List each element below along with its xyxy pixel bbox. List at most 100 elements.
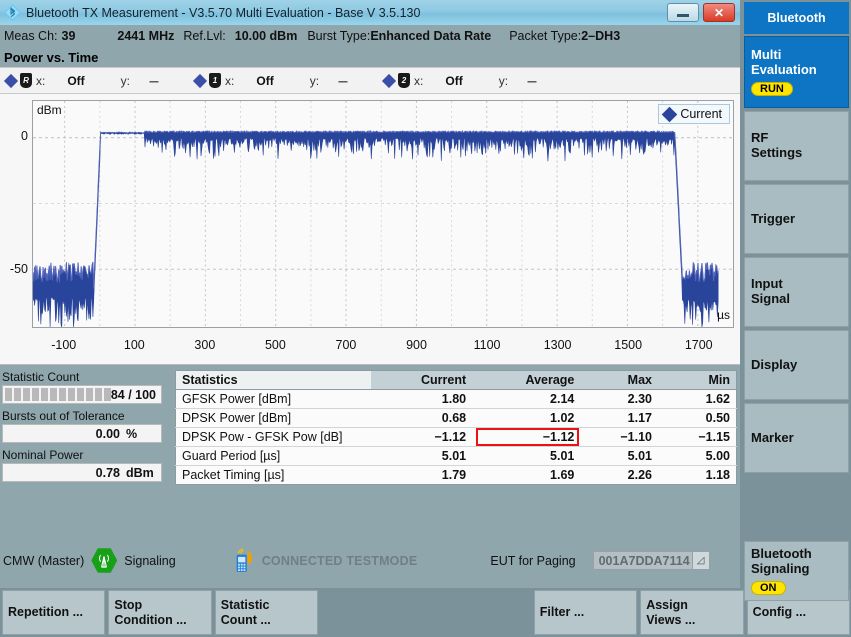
x-tick-700: 700 (335, 338, 357, 352)
eut-address-field[interactable]: 001A7DDA7114 (592, 551, 693, 570)
table-row[interactable]: GFSK Power [dBm] 1.80 2.14 2.30 1.62 (175, 389, 737, 409)
power-vs-time-chart[interactable]: dBm 0 -50 -100 100 300 500 700 900 1100 1300 1500… (0, 94, 740, 365)
toolbar-button-label: Stop Condition ... (114, 598, 186, 627)
marker-ref-y-value: --- (149, 73, 159, 88)
sidebar-item-trigger[interactable]: Trigger (744, 184, 849, 254)
sidebar-item-label: Marker (751, 429, 794, 445)
packet-type-label: Packet Type: (509, 29, 582, 43)
cell-average[interactable]: 1.69 (472, 466, 580, 485)
minimize-button[interactable] (667, 3, 699, 22)
marker-2-x-value: Off (445, 73, 463, 88)
marker-1-x-label: x: (225, 73, 235, 88)
bottom-toolbar: Repetition ... Stop Condition ... Statistic… (0, 588, 851, 637)
cell-min[interactable]: −1.15 (657, 427, 737, 447)
toolbar-button-assign-views[interactable]: Assign Views ... (640, 590, 744, 635)
sidebar-item-multi-evaluation[interactable]: Multi Evaluation RUN (744, 36, 849, 108)
toolbar-button-label: Statistic Count ... (221, 598, 271, 627)
sidebar-item-label: RF (751, 130, 769, 146)
device-label: CMW (Master) (3, 553, 85, 568)
sidebar-item-label: Trigger (751, 210, 796, 226)
cell-max[interactable]: 2.26 (580, 466, 658, 485)
cell-current[interactable]: 1.80 (370, 389, 473, 409)
cell-min[interactable]: 5.00 (657, 446, 737, 466)
marker-2-y-label: y: (498, 73, 509, 88)
bursts-tolerance-number: 0.00 (95, 426, 120, 441)
eut-input-group[interactable]: 001A7DDA7114 ◿ (592, 551, 710, 570)
marker-ref[interactable]: R x: Off y: --- (3, 73, 159, 88)
bursts-tolerance-unit: % (126, 426, 138, 441)
table-row[interactable]: Packet Timing [µs] 1.79 1.69 2.26 1.18 (175, 465, 737, 485)
cell-average[interactable]: 1.02 (472, 408, 581, 428)
toolbar-button-line1: Stop (114, 598, 143, 613)
statistics-table-head: Statistics Current Average Max Min (175, 370, 737, 390)
antenna-tower-icon (91, 548, 118, 573)
marker-bar: R x: Off y: --- 1 x: Off y: --- 2 x: Off… (0, 67, 740, 94)
cell-average[interactable]: 5.01 (472, 446, 581, 466)
table-row[interactable]: DPSK Pow - GFSK Pow [dB] −1.12 −1.12 −1.10−… (175, 427, 737, 447)
cell-max[interactable]: 5.01 (580, 446, 658, 466)
statistics-table[interactable]: Statistics Current Average Max Min GFSK … (175, 370, 737, 485)
status-badge: ON (751, 580, 786, 596)
toolbar-button-line1: Statistic (220, 598, 270, 613)
plot-area[interactable] (32, 100, 734, 328)
sidebar-item-bluetooth-signaling[interactable]: Bluetooth Signaling ON (744, 541, 849, 601)
marker-2[interactable]: 2 x: Off y: --- (381, 73, 537, 88)
toolbar-button-filter[interactable]: Filter ... (533, 590, 638, 635)
cell-current[interactable]: 0.68 (370, 408, 473, 428)
meas-channel-value: 39 (61, 29, 76, 43)
toolbar-slot-empty (321, 590, 424, 635)
y-axis-label: dBm (37, 103, 62, 117)
sidebar-item-display[interactable]: Display (744, 330, 849, 400)
marker-diamond-icon (3, 73, 19, 88)
toolbar-button-label: Config ... (752, 605, 807, 620)
toolbar-button-repetition[interactable]: Repetition ... (2, 590, 106, 635)
cell-average[interactable]: 2.14 (472, 389, 581, 409)
frequency-value: 2441 MHz (117, 29, 175, 43)
row-label: Packet Timing [µs] (175, 465, 371, 485)
cell-current[interactable]: 1.79 (371, 466, 473, 485)
sidebar-item-rf-settings[interactable]: RF Settings (744, 111, 849, 181)
edit-icon[interactable]: ◿ (692, 551, 710, 570)
statistic-count-progress (3, 386, 113, 403)
sidebar-item-label-line2: Evaluation (751, 61, 817, 77)
cell-max[interactable]: 1.17 (580, 408, 658, 428)
cell-min[interactable]: 1.62 (657, 389, 737, 409)
close-button[interactable]: ✕ (703, 3, 735, 22)
cell-min[interactable]: 0.50 (657, 408, 737, 428)
toolbar-button-statistic-count[interactable]: Statistic Count ... (214, 590, 319, 635)
sidebar-item-marker[interactable]: Marker (744, 403, 849, 473)
cell-current[interactable]: −1.12 (370, 427, 473, 447)
toolbar-slot-empty (427, 590, 530, 635)
y-tick-0: 0 (21, 129, 28, 144)
column-header-min: Min (657, 370, 737, 390)
row-label: Guard Period [µs] (175, 446, 371, 466)
ref-level-value: 10.00 dBm (234, 29, 298, 43)
measurement-header: Meas Ch: 39 2441 MHz Ref.Lvl: 10.00 dBm … (0, 25, 740, 47)
marker-1-y-value: --- (338, 73, 348, 88)
cell-max[interactable]: 2.30 (580, 389, 658, 409)
row-label: DPSK Power [dBm] (175, 408, 371, 428)
chart-legend[interactable]: Current (658, 104, 730, 124)
table-row[interactable]: Guard Period [µs] 5.01 5.01 5.01 5.00 (175, 446, 737, 466)
cell-min[interactable]: 1.18 (658, 466, 737, 485)
packet-type-value: 2–DH3 (581, 29, 621, 43)
ref-level-label: Ref.Lvl: (183, 29, 226, 43)
eut-label: EUT for Paging (490, 553, 576, 568)
results-area: Statistic Count 84 / 100 Bursts out of T… (0, 365, 740, 533)
x-tick-500: 500 (264, 338, 286, 352)
device-status: CMW (Master) Signaling (3, 548, 176, 574)
nominal-power-unit: dBm (126, 465, 154, 480)
statistics-table-body: GFSK Power [dBm] 1.80 2.14 2.30 1.62 DPSK Pow… (175, 389, 737, 485)
column-header-statistics: Statistics (175, 370, 371, 390)
cell-current[interactable]: 5.01 (370, 446, 473, 466)
cell-max[interactable]: −1.10 (580, 427, 658, 447)
sidebar-item-input-signal[interactable]: Input Signal (744, 257, 849, 327)
marker-1[interactable]: 1 x: Off y: --- (192, 73, 348, 88)
column-header-max: Max (580, 370, 658, 390)
table-row[interactable]: DPSK Power [dBm] 0.68 1.02 1.17 0.50 (175, 408, 737, 428)
toolbar-button-stop-condition[interactable]: Stop Condition ... (108, 590, 212, 635)
marker-1-x-value: Off (256, 73, 274, 88)
toolbar-button-line2: Views ... (646, 612, 696, 627)
x-tick-300: 300 (194, 338, 216, 352)
cell-average-highlighted[interactable]: −1.12 (472, 427, 581, 447)
